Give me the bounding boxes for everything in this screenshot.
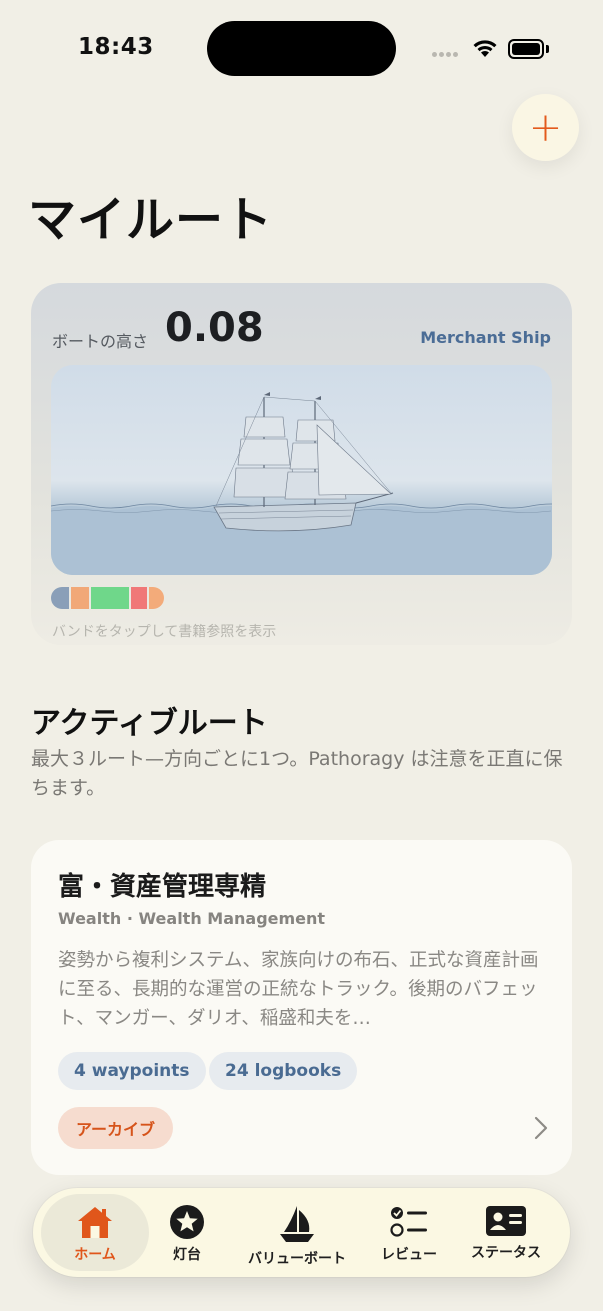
dynamic-island <box>207 21 396 76</box>
waypoints-chip: 4 waypoints <box>58 1052 206 1090</box>
cellular-signal-icon <box>432 52 458 57</box>
route-card[interactable]: 富・資産管理専精 Wealth · Wealth Management 姿勢から… <box>31 840 572 1175</box>
band-segment[interactable] <box>51 587 69 609</box>
band-hint: バンドをタップして書籍参照を表示 <box>52 624 277 640</box>
wifi-icon <box>473 40 497 57</box>
tab-bar: ホーム 灯台 バリューボート レビュー ステータス <box>33 1188 570 1277</box>
checklist-icon <box>390 1207 427 1237</box>
tab-review[interactable]: レビュー <box>369 1194 449 1271</box>
ship-icon <box>51 392 552 575</box>
tab-home[interactable]: ホーム <box>41 1194 149 1271</box>
band-segment[interactable] <box>149 587 164 609</box>
add-route-button[interactable]: + <box>512 94 579 161</box>
section-title: アクティブルート <box>31 706 268 741</box>
tab-label: ホーム <box>74 1247 116 1263</box>
tab-value-boat[interactable]: バリューボート <box>239 1194 355 1271</box>
home-icon <box>78 1207 112 1238</box>
tab-lighthouse[interactable]: 灯台 <box>151 1194 223 1271</box>
page-title: マイルート <box>28 192 274 248</box>
tab-label: ステータス <box>471 1245 541 1261</box>
band-segment[interactable] <box>71 587 89 609</box>
logbooks-chip: 24 logbooks <box>209 1052 358 1090</box>
id-card-icon <box>486 1206 526 1236</box>
tab-label: 灯台 <box>173 1247 201 1263</box>
boat-illustration <box>51 365 552 575</box>
book-band[interactable] <box>51 587 164 609</box>
band-segment[interactable] <box>131 587 147 609</box>
route-subtitle: Wealth · Wealth Management <box>58 909 326 928</box>
battery-icon <box>508 39 544 59</box>
route-title: 富・資産管理専精 <box>58 872 267 902</box>
tab-label: バリューボート <box>248 1251 346 1267</box>
sailboat-icon <box>280 1206 314 1242</box>
tab-label: レビュー <box>381 1247 437 1263</box>
star-circle-icon <box>170 1205 204 1239</box>
status-time: 18:43 <box>78 34 154 60</box>
ship-type-label: Merchant Ship <box>420 328 551 347</box>
boat-card[interactable]: ボートの高さ 0.08 Merchant Ship バンドをタップして書籍参照を… <box>31 283 572 645</box>
tab-status[interactable]: ステータス <box>461 1194 551 1271</box>
boat-height-label: ボートの高さ <box>52 332 149 351</box>
chevron-right-icon[interactable] <box>534 1116 548 1140</box>
band-segment[interactable] <box>91 587 129 609</box>
boat-height-value: 0.08 <box>165 305 264 351</box>
route-description: 姿勢から複利システム、家族向けの布石、正式な資産計画に至る、長期的な運営の正統な… <box>58 950 539 1029</box>
section-description: 最大３ルート—方向ごとに1つ。Pathoragy は注意を正直に保ちます。 <box>31 748 563 799</box>
archive-button[interactable]: アーカイブ <box>58 1107 174 1149</box>
